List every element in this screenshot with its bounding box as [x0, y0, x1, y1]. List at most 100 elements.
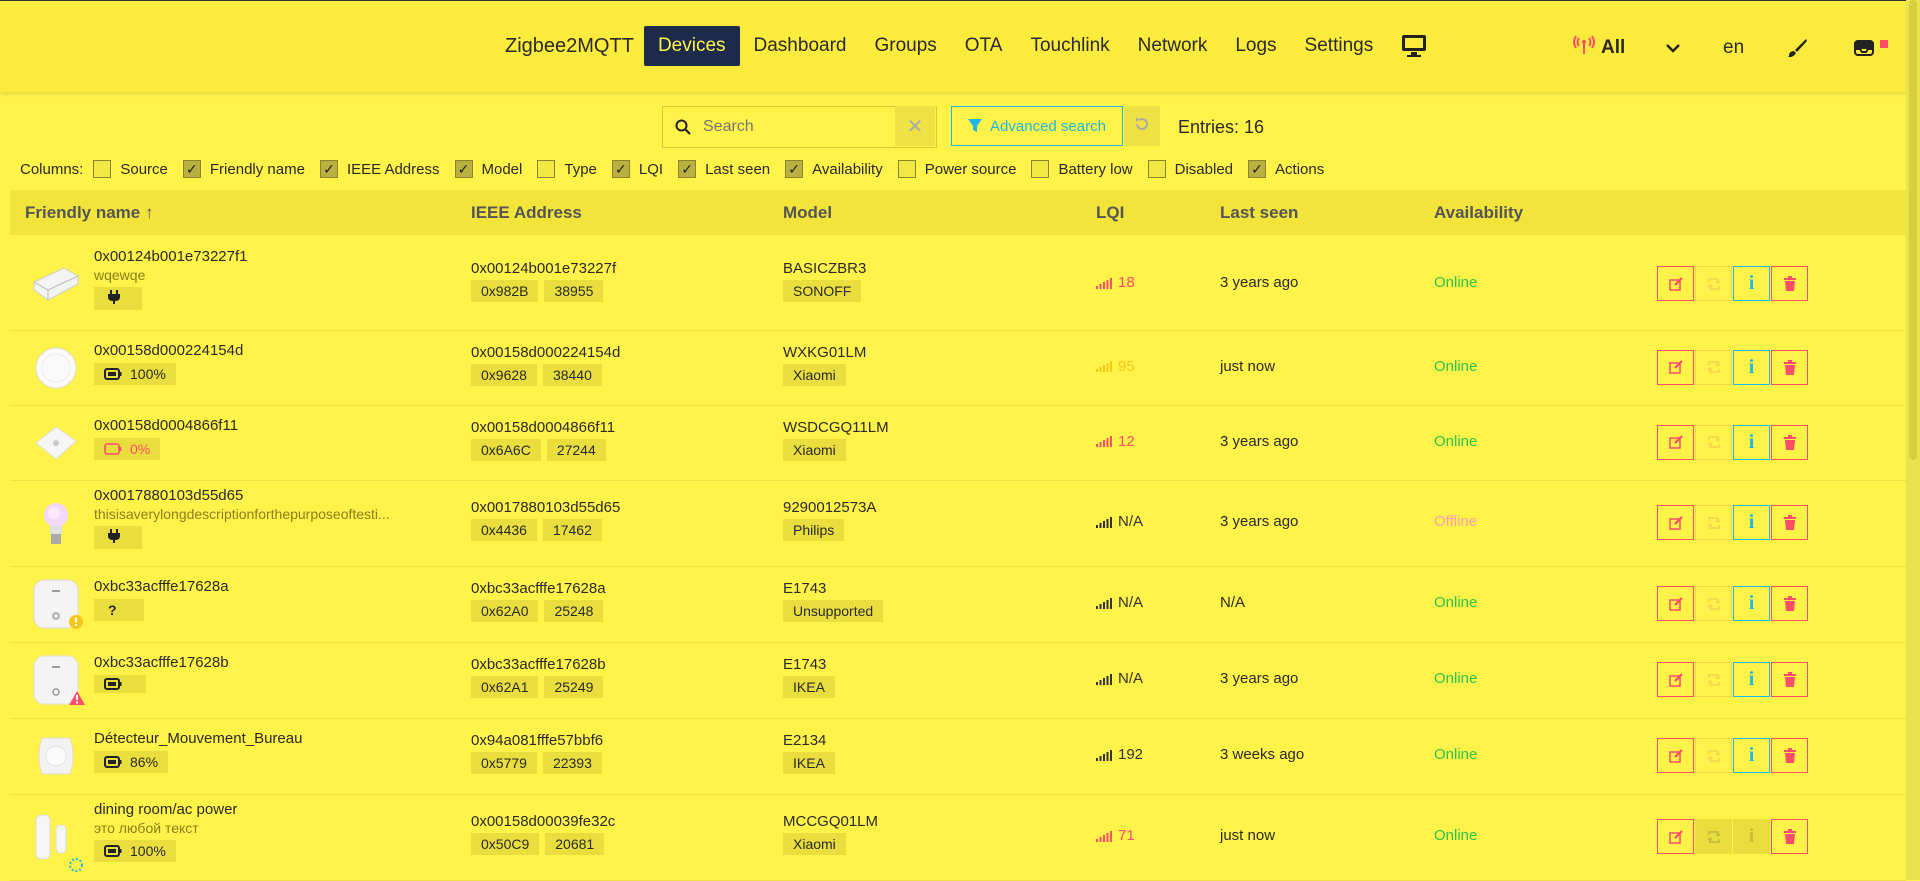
device-image[interactable]	[30, 417, 82, 469]
rename-button[interactable]	[1657, 738, 1694, 773]
column-toggle-8[interactable]: Power source	[897, 160, 1016, 178]
search-input[interactable]	[701, 117, 895, 137]
column-toggle-10[interactable]: Disabled	[1147, 160, 1233, 178]
rename-button[interactable]	[1657, 266, 1694, 301]
th-availability[interactable]: Availability	[1434, 203, 1523, 223]
scrollbar-thumb[interactable]	[1909, 0, 1917, 460]
column-toggle-5[interactable]: LQI	[611, 160, 663, 178]
device-image[interactable]	[30, 258, 82, 310]
reset-search-button[interactable]	[1124, 106, 1160, 146]
device-friendly-name[interactable]: 0xbc33acfffe17628b	[94, 654, 474, 671]
column-toggle-1[interactable]: Friendly name	[182, 160, 305, 178]
checkbox[interactable]	[1031, 160, 1050, 178]
source-filter[interactable]: All	[1573, 35, 1643, 61]
device-friendly-name[interactable]: 0x00158d0004866f11	[94, 417, 474, 434]
device-friendly-name[interactable]: Détecteur_Mouvement_Bureau	[94, 730, 474, 747]
device-image[interactable]	[30, 578, 83, 630]
checkbox[interactable]	[319, 160, 338, 178]
device-model[interactable]: MCCGQ01LM	[783, 813, 878, 830]
column-toggle-3[interactable]: Model	[454, 160, 522, 178]
nav-logs[interactable]: Logs	[1221, 26, 1290, 66]
remove-button[interactable]	[1771, 266, 1808, 301]
interview-button[interactable]: i	[1733, 266, 1770, 301]
device-friendly-name[interactable]: 0x00124b001e73227f1	[94, 248, 474, 265]
device-model[interactable]: WXKG01LM	[783, 344, 866, 361]
monitor-icon[interactable]	[1401, 33, 1427, 59]
interview-button[interactable]: i	[1733, 424, 1770, 460]
nav-touchlink[interactable]: Touchlink	[1016, 26, 1123, 66]
device-friendly-name[interactable]: 0x00158d000224154d	[94, 342, 474, 359]
device-model[interactable]: 9290012573A	[783, 499, 876, 516]
checkbox[interactable]	[611, 160, 630, 178]
device-friendly-name[interactable]: 0xbc33acfffe17628a	[94, 578, 474, 595]
checkbox[interactable]	[1248, 160, 1267, 178]
interview-button[interactable]: i	[1733, 505, 1770, 540]
remove-button[interactable]	[1771, 349, 1808, 385]
column-toggle-7[interactable]: Availability	[785, 160, 883, 178]
nav-network[interactable]: Network	[1124, 26, 1222, 66]
reconfigure-button[interactable]	[1695, 738, 1732, 773]
column-toggle-9[interactable]: Battery low	[1031, 160, 1133, 178]
inbox-icon[interactable]	[1854, 39, 1875, 57]
nav-settings[interactable]: Settings	[1291, 26, 1388, 66]
reconfigure-button[interactable]	[1695, 819, 1732, 854]
reconfigure-button[interactable]	[1695, 586, 1732, 621]
column-toggle-0[interactable]: Source	[93, 160, 168, 178]
interview-button[interactable]: i	[1733, 819, 1770, 854]
reconfigure-button[interactable]	[1695, 424, 1732, 460]
rename-button[interactable]	[1657, 662, 1694, 697]
th-last-seen[interactable]: Last seen	[1220, 203, 1298, 223]
column-toggle-2[interactable]: IEEE Address	[319, 160, 440, 178]
nav-ota[interactable]: OTA	[951, 26, 1017, 66]
brand-link[interactable]: Zigbee2MQTT	[505, 35, 634, 58]
interview-button[interactable]: i	[1733, 349, 1770, 385]
checkbox[interactable]	[678, 160, 697, 178]
clear-search-button[interactable]: ✕	[895, 106, 935, 146]
reconfigure-button[interactable]	[1695, 662, 1732, 697]
device-model[interactable]: E1743	[783, 580, 889, 597]
theme-brush-icon[interactable]	[1786, 37, 1808, 59]
checkbox[interactable]	[785, 160, 804, 178]
device-model[interactable]: E2134	[783, 732, 841, 749]
device-friendly-name[interactable]: dining room/ac power	[94, 801, 474, 818]
th-lqi[interactable]: LQI	[1096, 203, 1124, 223]
checkbox[interactable]	[93, 160, 112, 178]
checkbox[interactable]	[182, 160, 201, 178]
reconfigure-button[interactable]	[1695, 266, 1732, 301]
device-friendly-name[interactable]: 0x0017880103d55d65	[94, 487, 474, 504]
device-model[interactable]: WSDCGQ11LM	[783, 419, 889, 436]
device-model[interactable]: E1743	[783, 656, 841, 673]
device-image[interactable]	[30, 730, 82, 782]
column-toggle-4[interactable]: Type	[537, 160, 597, 178]
remove-button[interactable]	[1771, 586, 1808, 621]
column-toggle-6[interactable]: Last seen	[678, 160, 770, 178]
interview-button[interactable]: i	[1733, 738, 1770, 773]
device-image[interactable]	[30, 342, 82, 394]
rename-button[interactable]	[1657, 505, 1694, 540]
device-image[interactable]	[30, 811, 83, 872]
rename-button[interactable]	[1657, 349, 1694, 385]
remove-button[interactable]	[1771, 819, 1808, 854]
nav-groups[interactable]: Groups	[860, 26, 950, 66]
remove-button[interactable]	[1771, 505, 1808, 540]
th-ieee[interactable]: IEEE Address	[471, 203, 582, 223]
column-toggle-11[interactable]: Actions	[1248, 160, 1324, 178]
device-image[interactable]	[30, 654, 85, 706]
nav-dashboard[interactable]: Dashboard	[740, 26, 861, 66]
checkbox[interactable]	[454, 160, 473, 178]
rename-button[interactable]	[1657, 586, 1694, 621]
language-selector[interactable]: en	[1723, 37, 1744, 59]
interview-button[interactable]: i	[1733, 586, 1770, 621]
reconfigure-button[interactable]	[1695, 349, 1732, 385]
th-friendly-name[interactable]: Friendly name ↑	[25, 203, 153, 223]
rename-button[interactable]	[1657, 424, 1694, 460]
th-model[interactable]: Model	[783, 203, 832, 223]
reconfigure-button[interactable]	[1695, 505, 1732, 540]
rename-button[interactable]	[1657, 819, 1694, 854]
remove-button[interactable]	[1771, 662, 1808, 697]
device-image[interactable]	[30, 497, 82, 549]
chevron-down-icon[interactable]	[1665, 42, 1681, 54]
remove-button[interactable]	[1771, 738, 1808, 773]
checkbox[interactable]	[1147, 160, 1166, 178]
interview-button[interactable]: i	[1733, 662, 1770, 697]
